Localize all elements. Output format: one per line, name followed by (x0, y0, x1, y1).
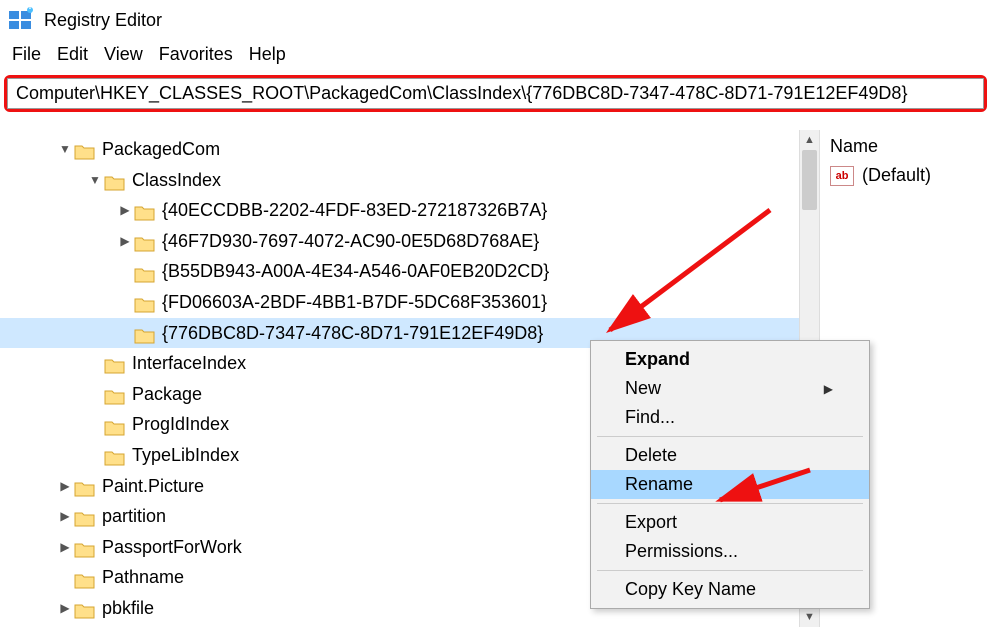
folder-open-icon (104, 171, 126, 189)
regedit-icon (8, 7, 34, 33)
menu-separator (597, 570, 863, 571)
folder-icon (104, 385, 126, 403)
tree-label: ProgIdIndex (132, 409, 229, 440)
menubar: File Edit View Favorites Help (0, 40, 991, 73)
tree-item-guid2[interactable]: ▶ {46F7D930-7697-4072-AC90-0E5D68D768AE} (0, 226, 819, 257)
submenu-arrow-icon: ▶ (824, 382, 833, 396)
tree-label: {776DBC8D-7347-478C-8D71-791E12EF49D8} (162, 318, 543, 349)
context-menu-label: Delete (625, 445, 677, 466)
context-menu-label: Permissions... (625, 541, 738, 562)
tree-label: pbkfile (102, 593, 154, 624)
context-menu-label: New (625, 378, 661, 399)
context-menu-expand[interactable]: Expand (591, 345, 869, 374)
tree-label: partition (102, 501, 166, 532)
menu-separator (597, 436, 863, 437)
context-menu-delete[interactable]: Delete (591, 441, 869, 470)
menu-separator (597, 503, 863, 504)
addressbar-highlight-box: Computer\HKEY_CLASSES_ROOT\PackagedCom\C… (4, 75, 987, 112)
context-menu-label: Rename (625, 474, 693, 495)
menu-favorites[interactable]: Favorites (153, 42, 239, 67)
folder-icon (134, 201, 156, 219)
expand-icon[interactable]: ▶ (116, 200, 134, 220)
folder-icon (134, 324, 156, 342)
folder-open-icon (74, 140, 96, 158)
tree-item-guid3[interactable]: ▶ {B55DB943-A00A-4E34-A546-0AF0EB20D2CD} (0, 256, 819, 287)
titlebar: Registry Editor (0, 0, 991, 40)
tree-item-guid1[interactable]: ▶ {40ECCDBB-2202-4FDF-83ED-272187326B7A} (0, 195, 819, 226)
folder-icon (74, 538, 96, 556)
scroll-up-icon[interactable]: ▲ (800, 130, 819, 150)
folder-icon (134, 232, 156, 250)
context-menu-label: Copy Key Name (625, 579, 756, 600)
tree-label: Paint.Picture (102, 471, 204, 502)
expand-icon[interactable]: ▶ (56, 598, 74, 618)
expand-icon[interactable]: ▶ (116, 231, 134, 251)
scroll-thumb[interactable] (802, 150, 817, 210)
tree-label: Package (132, 379, 202, 410)
context-menu-export[interactable]: Export (591, 508, 869, 537)
expand-icon[interactable]: ▶ (56, 537, 74, 557)
context-menu-rename[interactable]: Rename (591, 470, 869, 499)
string-value-icon: ab (830, 166, 854, 186)
values-column-header-name[interactable]: Name (830, 136, 981, 157)
tree-label: Pathname (102, 562, 184, 593)
scroll-down-icon[interactable]: ▼ (800, 607, 819, 627)
context-menu-permissions[interactable]: Permissions... (591, 537, 869, 566)
folder-icon (74, 599, 96, 617)
tree-item-packagedcom[interactable]: ▼ PackagedCom (0, 134, 819, 165)
folder-icon (74, 507, 96, 525)
tree-label: {40ECCDBB-2202-4FDF-83ED-272187326B7A} (162, 195, 547, 226)
app-title: Registry Editor (44, 10, 162, 31)
folder-icon (134, 263, 156, 281)
folder-icon (74, 569, 96, 587)
expand-icon[interactable]: ▶ (56, 476, 74, 496)
folder-icon (104, 446, 126, 464)
collapse-icon[interactable]: ▼ (86, 170, 104, 190)
folder-icon (134, 293, 156, 311)
context-menu: Expand New ▶ Find... Delete Rename Expor… (590, 340, 870, 609)
menu-view[interactable]: View (98, 42, 149, 67)
collapse-icon[interactable]: ▼ (56, 139, 74, 159)
tree-label: ClassIndex (132, 165, 221, 196)
tree-item-guid4[interactable]: ▶ {FD06603A-2BDF-4BB1-B7DF-5DC68F353601} (0, 287, 819, 318)
context-menu-label: Find... (625, 407, 675, 428)
menu-edit[interactable]: Edit (51, 42, 94, 67)
tree-label: {FD06603A-2BDF-4BB1-B7DF-5DC68F353601} (162, 287, 547, 318)
context-menu-label: Export (625, 512, 677, 533)
menu-help[interactable]: Help (243, 42, 292, 67)
tree-item-classindex[interactable]: ▼ ClassIndex (0, 165, 819, 196)
folder-icon (104, 354, 126, 372)
value-row-default[interactable]: ab (Default) (830, 165, 981, 186)
tree-label: InterfaceIndex (132, 348, 246, 379)
tree-label: {B55DB943-A00A-4E34-A546-0AF0EB20D2CD} (162, 256, 549, 287)
tree-label: {46F7D930-7697-4072-AC90-0E5D68D768AE} (162, 226, 539, 257)
value-name: (Default) (862, 165, 931, 186)
folder-icon (104, 416, 126, 434)
addressbar[interactable]: Computer\HKEY_CLASSES_ROOT\PackagedCom\C… (7, 78, 984, 109)
folder-icon (74, 477, 96, 495)
tree-label: PassportForWork (102, 532, 242, 563)
context-menu-label: Expand (625, 349, 690, 370)
expand-icon[interactable]: ▶ (56, 506, 74, 526)
context-menu-find[interactable]: Find... (591, 403, 869, 432)
tree-label: PackagedCom (102, 134, 220, 165)
context-menu-new[interactable]: New ▶ (591, 374, 869, 403)
tree-label: TypeLibIndex (132, 440, 239, 471)
menu-file[interactable]: File (6, 42, 47, 67)
context-menu-copykeyname[interactable]: Copy Key Name (591, 575, 869, 604)
